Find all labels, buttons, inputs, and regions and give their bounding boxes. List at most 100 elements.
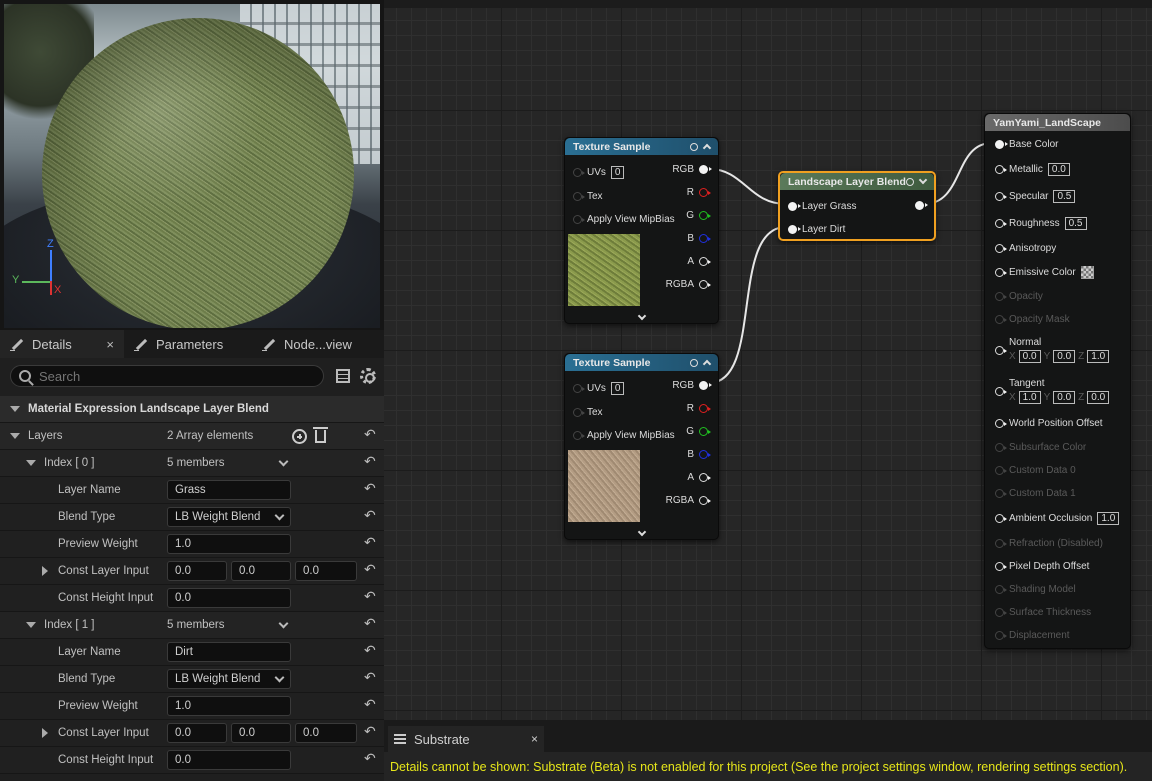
material-graph[interactable]: Texture Sample UVs 0 Tex Apply View MipBi…: [384, 0, 1152, 720]
pin-dot[interactable]: [995, 140, 1008, 149]
texture-sample-node-1[interactable]: Texture Sample UVs 0 Tex Apply View MipBi…: [564, 137, 719, 324]
tab-substrate[interactable]: Substrate ×: [388, 726, 544, 752]
blend-type-dropdown[interactable]: LB Weight Blend: [167, 669, 291, 689]
b-out-pin[interactable]: B: [687, 233, 711, 244]
pin-dot[interactable]: [995, 165, 1007, 174]
anisotropy-pin[interactable]: Anisotropy: [995, 243, 1056, 254]
index-0-row[interactable]: Index [ 0 ] 5 members: [0, 450, 384, 477]
tangent-pin[interactable]: Tangent X 1.0 Y 0.0 Z 0.0: [995, 378, 1110, 404]
g-out-pin[interactable]: G: [686, 426, 711, 437]
base-color-pin[interactable]: Base Color: [995, 139, 1058, 150]
reset-icon[interactable]: [364, 669, 376, 686]
pin-dot[interactable]: [699, 165, 712, 174]
chevron-down-icon[interactable]: [918, 175, 928, 185]
reset-icon[interactable]: [364, 507, 376, 524]
reset-icon[interactable]: [364, 534, 376, 551]
ao-value[interactable]: 1.0: [1097, 512, 1120, 525]
b-out-pin[interactable]: B: [687, 449, 711, 460]
pin-dot[interactable]: [573, 168, 585, 177]
rgb-out-pin[interactable]: RGB: [672, 380, 712, 391]
pin-dot[interactable]: [995, 562, 1007, 571]
emissive-pin[interactable]: Emissive Color: [995, 266, 1094, 279]
const-height-input-field[interactable]: 0.0: [167, 588, 291, 608]
rgba-out-pin[interactable]: RGBA: [666, 279, 711, 290]
node-header[interactable]: Texture Sample: [565, 354, 718, 371]
color-swatch-icon[interactable]: [1080, 266, 1094, 279]
const-layer-input-row[interactable]: Const Layer Input 0.0 0.0 0.0: [0, 558, 384, 585]
const-layer-z-field[interactable]: 0.0: [295, 723, 357, 743]
node-header[interactable]: YamYami_LandScape: [985, 114, 1130, 131]
pin-dot[interactable]: [915, 201, 928, 210]
preview-toggle-icon[interactable]: [906, 177, 914, 186]
pin-dot[interactable]: [699, 280, 711, 289]
const-layer-y-field[interactable]: 0.0: [231, 561, 291, 581]
reset-icon[interactable]: [364, 588, 376, 605]
pin-dot[interactable]: [699, 427, 711, 436]
const-layer-input-row[interactable]: Const Layer Input 0.0 0.0 0.0: [0, 720, 384, 747]
const-layer-x-field[interactable]: 0.0: [167, 561, 227, 581]
normal-pin[interactable]: Normal X 0.0 Y 0.0 Z 1.0: [995, 337, 1110, 363]
const-layer-x-field[interactable]: 0.0: [167, 723, 227, 743]
pin-dot[interactable]: [788, 202, 801, 211]
pin-dot[interactable]: [699, 234, 711, 243]
normal-x-value[interactable]: 0.0: [1018, 350, 1041, 363]
preview-weight-field[interactable]: 1.0: [167, 696, 291, 716]
pin-dot[interactable]: [699, 473, 711, 482]
layer-name-field[interactable]: Dirt: [167, 642, 291, 662]
preview-toggle-icon[interactable]: [690, 142, 698, 151]
mipbias-pin[interactable]: Apply View MipBias: [573, 214, 675, 225]
pin-dot[interactable]: [995, 346, 1007, 355]
a-out-pin[interactable]: A: [687, 472, 711, 483]
reset-icon[interactable]: [364, 750, 376, 767]
layer-dirt-pin[interactable]: Layer Dirt: [788, 224, 845, 235]
uvs-pin[interactable]: UVs 0: [573, 382, 625, 395]
a-out-pin[interactable]: A: [687, 256, 711, 267]
texture-sample-node-2[interactable]: Texture Sample UVs 0 Tex Apply View MipBi…: [564, 353, 719, 540]
reset-icon[interactable]: [364, 615, 376, 632]
trash-icon[interactable]: [313, 427, 328, 443]
chevron-up-icon[interactable]: [702, 359, 712, 369]
specular-pin[interactable]: Specular 0.5: [995, 190, 1076, 203]
tangent-z-value[interactable]: 0.0: [1087, 391, 1110, 404]
pin-dot[interactable]: [699, 211, 711, 220]
reset-icon[interactable]: [364, 696, 376, 713]
chevron-down-icon[interactable]: [637, 527, 647, 537]
rgba-out-pin[interactable]: RGBA: [666, 495, 711, 506]
tab-parameters[interactable]: Parameters: [124, 330, 252, 358]
reset-icon[interactable]: [364, 642, 376, 659]
tex-pin[interactable]: Tex: [573, 407, 603, 418]
close-icon[interactable]: ×: [106, 337, 114, 352]
section-header[interactable]: Material Expression Landscape Layer Blen…: [0, 396, 384, 423]
tangent-x-value[interactable]: 1.0: [1018, 391, 1041, 404]
pin-dot[interactable]: [573, 431, 585, 440]
blend-output-pin[interactable]: [915, 201, 928, 210]
search-input[interactable]: [39, 368, 309, 384]
const-height-input-field[interactable]: 0.0: [167, 750, 291, 770]
reset-icon[interactable]: [364, 480, 376, 497]
mipbias-pin[interactable]: Apply View MipBias: [573, 430, 675, 441]
table-view-icon[interactable]: [336, 369, 350, 383]
chevron-down-icon[interactable]: [278, 618, 289, 628]
tab-details[interactable]: Details ×: [0, 330, 124, 358]
const-layer-z-field[interactable]: 0.0: [295, 561, 357, 581]
pin-dot[interactable]: [788, 225, 801, 234]
metallic-value[interactable]: 0.0: [1047, 163, 1070, 176]
chevron-down-icon[interactable]: [637, 311, 647, 321]
tab-node-preview[interactable]: Node...view: [252, 330, 362, 358]
reset-icon[interactable]: [364, 561, 376, 578]
pin-dot[interactable]: [699, 404, 711, 413]
pixel-depth-offset-pin[interactable]: Pixel Depth Offset: [995, 561, 1089, 572]
search-box[interactable]: [10, 365, 324, 387]
metallic-pin[interactable]: Metallic 0.0: [995, 163, 1070, 176]
landscape-layer-blend-node[interactable]: Landscape Layer Blend Layer Grass Layer …: [778, 171, 936, 241]
uvs-value[interactable]: 0: [610, 382, 625, 395]
normal-z-value[interactable]: 1.0: [1087, 350, 1110, 363]
pin-dot[interactable]: [699, 188, 711, 197]
pin-dot[interactable]: [995, 219, 1007, 228]
normal-y-value[interactable]: 0.0: [1053, 350, 1076, 363]
blend-type-dropdown[interactable]: LB Weight Blend: [167, 507, 291, 527]
close-icon[interactable]: ×: [531, 732, 538, 746]
rgb-out-pin[interactable]: RGB: [672, 164, 712, 175]
pin-dot[interactable]: [995, 192, 1007, 201]
roughness-pin[interactable]: Roughness 0.5: [995, 217, 1087, 230]
